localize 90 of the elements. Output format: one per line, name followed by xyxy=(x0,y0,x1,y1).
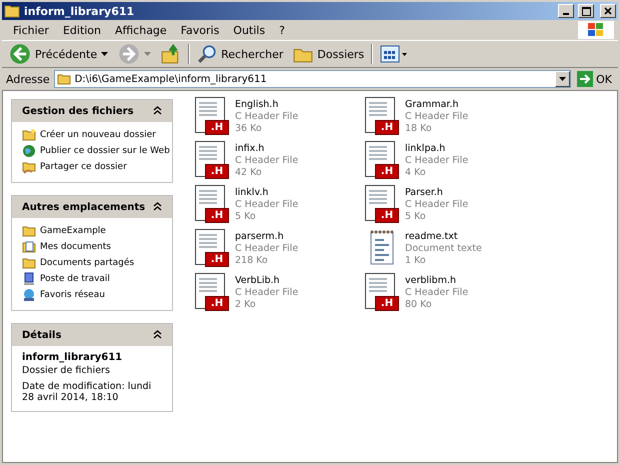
file-type: C Header File xyxy=(235,287,298,299)
file-name[interactable]: Parser.h xyxy=(405,187,468,199)
file-size: 2 Ko xyxy=(235,299,257,311)
folder-icon xyxy=(56,73,71,85)
file-type: C Header File xyxy=(235,111,298,123)
file-type: C Header File xyxy=(235,199,298,211)
file-badge: .H xyxy=(205,120,229,135)
task-link[interactable]: Documents partagés xyxy=(22,256,166,270)
file-name[interactable]: VerbLib.h xyxy=(235,275,298,287)
caret-icon xyxy=(559,77,566,81)
task-link[interactable]: GameExample xyxy=(22,224,166,238)
maximize-icon xyxy=(582,6,590,16)
shared-folder-icon xyxy=(22,160,36,174)
menu-item[interactable]: Favoris xyxy=(174,24,226,36)
file-name[interactable]: linklv.h xyxy=(235,187,298,199)
dropdown-button[interactable] xyxy=(555,71,570,87)
back-button[interactable]: Précédente xyxy=(6,42,112,66)
close-button[interactable] xyxy=(600,4,616,18)
task-link[interactable]: Mes documents xyxy=(22,240,166,254)
file-size: 4 Ko xyxy=(405,167,427,179)
task-link[interactable]: Créer un nouveau dossier xyxy=(22,128,166,142)
panel-title: Autres emplacements xyxy=(22,202,146,212)
file-type: Document texte xyxy=(405,243,482,255)
file-badge: .H xyxy=(205,252,229,267)
menu-item[interactable]: Outils xyxy=(226,24,272,36)
close-icon xyxy=(604,7,612,15)
minimize-button[interactable] xyxy=(558,4,574,18)
file-size: 18 Ko xyxy=(405,123,433,135)
task-link[interactable]: Favoris réseau xyxy=(22,288,166,302)
arrow-icon xyxy=(577,71,594,87)
file-size: 36 Ko xyxy=(235,123,263,135)
menu-item[interactable]: ? xyxy=(272,24,292,36)
panel-title: Gestion des fichiers xyxy=(22,106,134,116)
task-link[interactable]: Poste de travail xyxy=(22,272,166,286)
folder-icon xyxy=(22,256,36,270)
file-badge: .H xyxy=(375,296,399,311)
address-label: Adresse xyxy=(6,72,50,86)
file-size: 5 Ko xyxy=(405,211,427,223)
collapse-icon[interactable] xyxy=(153,106,162,114)
menu-item[interactable]: Affichage xyxy=(108,24,174,36)
documents-icon xyxy=(22,240,36,254)
file-name[interactable]: English.h xyxy=(235,99,298,111)
folder-icon xyxy=(4,4,20,18)
file-badge: .H xyxy=(375,208,399,223)
file-badge: .H xyxy=(375,164,399,179)
file-size: 5 Ko xyxy=(235,211,257,223)
file-name[interactable]: Grammar.h xyxy=(405,99,468,111)
folders-button[interactable]: Dossiers xyxy=(290,43,368,65)
file-type: C Header File xyxy=(405,199,468,211)
file-size: 1 Ko xyxy=(405,255,427,267)
network-globe-icon xyxy=(22,288,36,302)
address-field[interactable]: D:\i6\GameExample\inform_library611 xyxy=(54,70,572,88)
caret-icon xyxy=(144,52,152,56)
file-name[interactable]: linklpa.h xyxy=(405,143,468,155)
globe-icon xyxy=(22,144,36,158)
file-type: C Header File xyxy=(405,155,468,167)
file-name[interactable]: parserm.h xyxy=(235,231,298,243)
folder-name: inform_library611 xyxy=(22,352,124,363)
modified-date: Date de modification: lundi 28 avril 2014, 18:10 xyxy=(22,381,152,403)
file-badge: .H xyxy=(375,120,399,135)
file-name[interactable]: infix.h xyxy=(235,143,298,155)
collapse-icon[interactable] xyxy=(153,202,162,210)
collapse-icon[interactable] xyxy=(153,330,162,338)
panel-title: Détails xyxy=(22,330,62,340)
task-link[interactable]: Partager ce dossier xyxy=(22,160,166,174)
search-button[interactable]: Rechercher xyxy=(194,43,286,65)
file-name[interactable]: verblibm.h xyxy=(405,275,468,287)
file-type: C Header File xyxy=(405,111,468,123)
menu-item[interactable]: Fichier xyxy=(6,24,56,36)
file-type: C Header File xyxy=(405,287,468,299)
search-icon xyxy=(197,44,218,64)
file-type: C Header File xyxy=(235,243,298,255)
file-name[interactable]: readme.txt xyxy=(405,231,482,243)
file-size: 218 Ko xyxy=(235,255,269,267)
folder-icon xyxy=(22,224,36,238)
file-size: 42 Ko xyxy=(235,167,263,179)
menu-item[interactable]: Edition xyxy=(56,24,108,36)
go-button[interactable]: OK xyxy=(575,71,614,87)
file-badge: .H xyxy=(205,208,229,223)
new-folder-icon xyxy=(22,128,36,142)
computer-icon xyxy=(22,272,36,286)
view-grid-icon xyxy=(380,45,408,63)
caret-icon xyxy=(101,52,108,56)
file-size: 80 Ko xyxy=(405,299,433,311)
file-badge: .H xyxy=(205,296,229,311)
window-title: inform_library611 xyxy=(24,4,136,18)
file-type: C Header File xyxy=(235,155,298,167)
folder-type: Dossier de fichiers xyxy=(22,365,111,376)
maximize-button[interactable] xyxy=(578,4,594,18)
file-badge: .H xyxy=(205,164,229,179)
